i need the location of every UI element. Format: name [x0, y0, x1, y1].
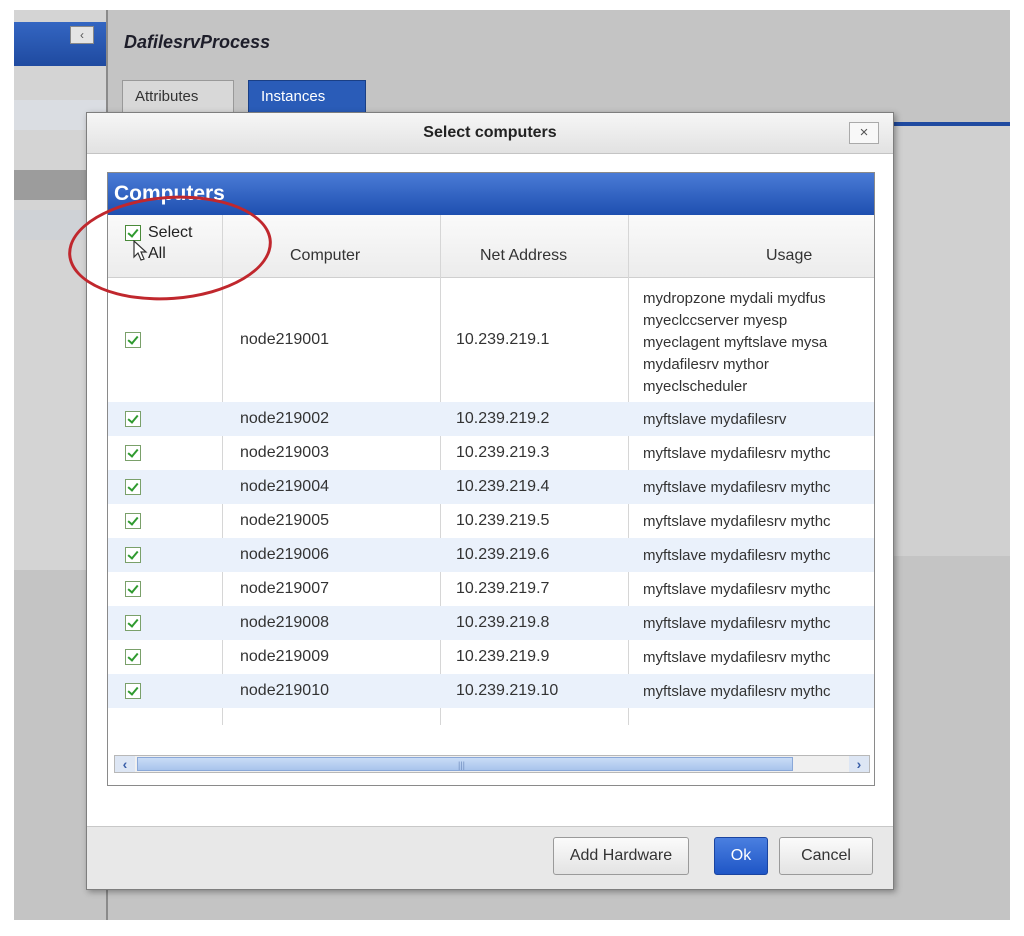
check-icon — [127, 480, 139, 492]
scroll-left-icon[interactable]: ‹ — [115, 756, 135, 772]
table-row[interactable]: node219007 10.239.219.7 myftslave mydafi… — [108, 572, 874, 606]
check-icon — [127, 333, 139, 345]
usage-line: mydafilesrv mythor — [643, 356, 769, 373]
dialog-titlebar: Select computers × — [87, 113, 893, 154]
cell-usage: myftslave mydafilesrv mythc — [643, 615, 831, 632]
row-checkbox[interactable] — [125, 445, 141, 461]
cell-computer: node219005 — [240, 512, 329, 529]
cell-net-address: 10.239.219.4 — [456, 478, 550, 495]
cell-computer: node219001 — [240, 331, 329, 348]
check-icon — [127, 446, 139, 458]
table-row[interactable]: node219002 10.239.219.2 myftslave mydafi… — [108, 402, 874, 436]
column-header-computer[interactable]: Computer — [290, 247, 360, 265]
dialog-footer: Add Hardware Ok Cancel — [87, 826, 893, 889]
check-icon — [127, 548, 139, 560]
cell-usage: myftslave mydafilesrv mythc — [643, 445, 831, 462]
check-icon — [127, 616, 139, 628]
check-icon — [127, 582, 139, 594]
cell-usage: mydropzone mydali mydfus myeclccserver m… — [643, 288, 827, 398]
cell-computer: node219010 — [240, 682, 329, 699]
column-header-net-address[interactable]: Net Address — [480, 247, 567, 265]
usage-line: myeclscheduler — [643, 378, 748, 395]
row-checkbox[interactable] — [125, 683, 141, 699]
usage-line: mydropzone mydali mydfus — [643, 290, 826, 307]
cell-computer: node219003 — [240, 444, 329, 461]
row-checkbox[interactable] — [125, 332, 141, 348]
table-row[interactable]: node219005 10.239.219.5 myftslave mydafi… — [108, 504, 874, 538]
row-checkbox[interactable] — [125, 581, 141, 597]
horizontal-scrollbar[interactable]: ‹ ||| › — [114, 755, 870, 773]
cell-usage: myftslave mydafilesrv mythc — [643, 581, 831, 598]
check-icon — [127, 684, 139, 696]
column-header-usage[interactable]: Usage — [766, 247, 812, 265]
cell-usage: myftslave mydafilesrv mythc — [643, 479, 831, 496]
cell-computer: node219008 — [240, 614, 329, 631]
table-row[interactable]: node219003 10.239.219.3 myftslave mydafi… — [108, 436, 874, 470]
row-checkbox[interactable] — [125, 513, 141, 529]
check-icon — [127, 650, 139, 662]
ok-button[interactable]: Ok — [714, 837, 768, 875]
table-row[interactable]: node219010 10.239.219.10 myftslave mydaf… — [108, 674, 874, 708]
cell-usage: myftslave mydafilesrv — [643, 411, 787, 428]
table-row[interactable]: node219001 10.239.219.1 mydropzone mydal… — [108, 278, 874, 402]
cell-net-address: 10.239.219.2 — [456, 410, 550, 427]
cell-usage: myftslave mydafilesrv mythc — [643, 547, 831, 564]
cell-computer: node219009 — [240, 648, 329, 665]
scroll-right-icon[interactable]: › — [849, 756, 869, 772]
cell-net-address: 10.239.219.7 — [456, 580, 550, 597]
cell-net-address: 10.239.219.10 — [456, 682, 559, 699]
row-checkbox[interactable] — [125, 547, 141, 563]
cell-computer: node219004 — [240, 478, 329, 495]
table-row[interactable]: node219004 10.239.219.4 myftslave mydafi… — [108, 470, 874, 504]
check-icon — [127, 514, 139, 526]
add-hardware-button[interactable]: Add Hardware — [553, 837, 689, 875]
cell-computer: node219002 — [240, 410, 329, 427]
row-checkbox[interactable] — [125, 479, 141, 495]
cell-net-address: 10.239.219.1 — [456, 331, 550, 348]
cell-computer: node219006 — [240, 546, 329, 563]
cell-usage: myftslave mydafilesrv mythc — [643, 513, 831, 530]
usage-line: myeclagent myftslave mysa — [643, 334, 828, 351]
cell-net-address: 10.239.219.9 — [456, 648, 550, 665]
cancel-button[interactable]: Cancel — [779, 837, 873, 875]
dialog-title: Select computers — [423, 124, 557, 141]
chevron-left-icon[interactable]: ‹ — [70, 26, 94, 44]
row-checkbox[interactable] — [125, 615, 141, 631]
page-title: DafilesrvProcess — [124, 32, 271, 52]
cell-usage: myftslave mydafilesrv mythc — [643, 683, 831, 700]
cell-net-address: 10.239.219.5 — [456, 512, 550, 529]
check-icon — [127, 412, 139, 424]
table-row[interactable]: node219006 10.239.219.6 myftslave mydafi… — [108, 538, 874, 572]
close-icon[interactable]: × — [849, 122, 879, 144]
row-checkbox[interactable] — [125, 649, 141, 665]
usage-line: myeclccserver myesp — [643, 312, 788, 329]
table-row[interactable]: node219009 10.239.219.9 myftslave mydafi… — [108, 640, 874, 674]
row-checkbox[interactable] — [125, 411, 141, 427]
cell-computer: node219007 — [240, 580, 329, 597]
cell-usage: myftslave mydafilesrv mythc — [643, 649, 831, 666]
cell-net-address: 10.239.219.3 — [456, 444, 550, 461]
grip-icon: ||| — [458, 760, 466, 770]
tab-instances[interactable]: Instances — [248, 80, 366, 112]
scrollbar-thumb[interactable]: ||| — [137, 757, 793, 771]
table-row[interactable]: node219008 10.239.219.8 myftslave mydafi… — [108, 606, 874, 640]
cell-net-address: 10.239.219.6 — [456, 546, 550, 563]
cell-net-address: 10.239.219.8 — [456, 614, 550, 631]
tab-attributes[interactable]: Attributes — [122, 80, 234, 112]
